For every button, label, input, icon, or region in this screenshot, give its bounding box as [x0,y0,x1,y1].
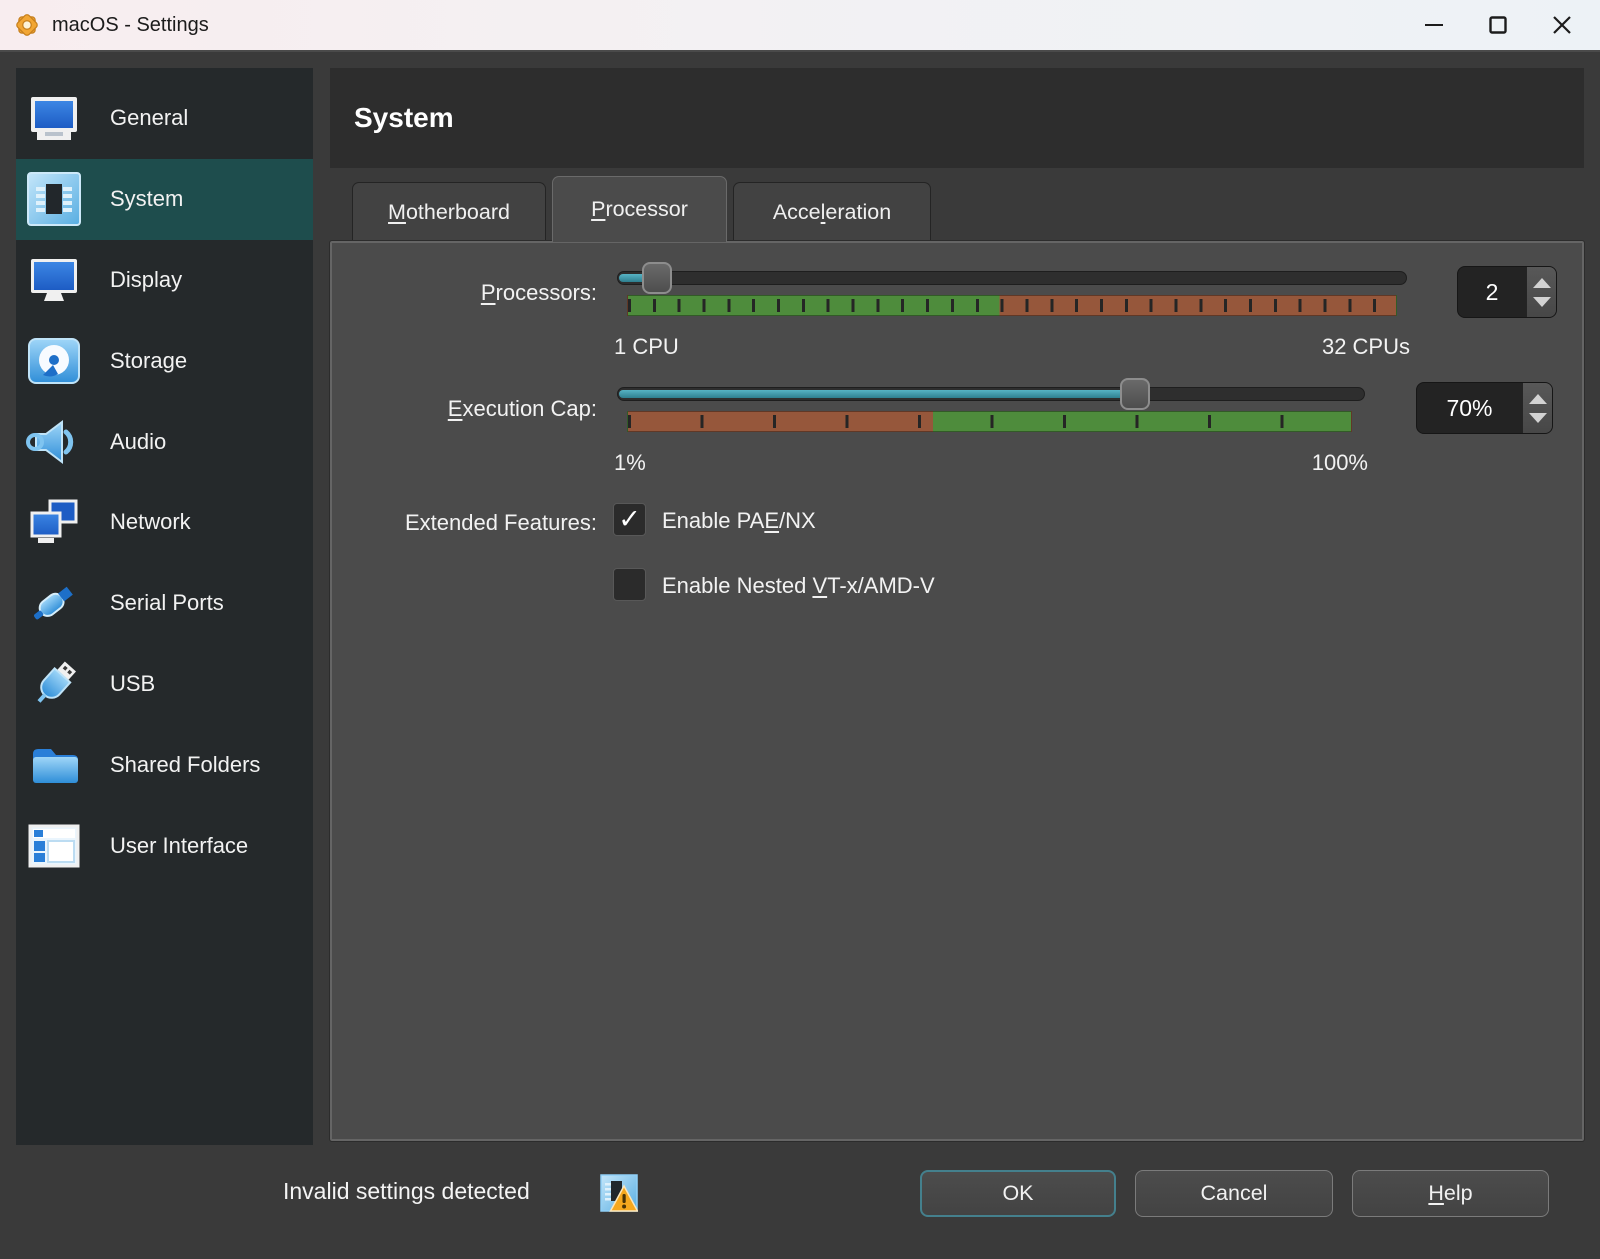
network-icon [26,494,82,550]
invalid-settings-warning-icon[interactable] [600,1174,638,1212]
header-strip: System [330,68,1584,168]
help-button[interactable]: Help [1352,1170,1549,1217]
processors-spinbox: 2 [1457,266,1557,318]
execution-cap-slider[interactable] [617,377,1365,411]
enable-nested-vt-checkbox[interactable] [613,568,646,601]
execution-cap-min-label: 1% [614,450,646,476]
execution-cap-scale [627,411,1352,432]
sidebar-item-label: Serial Ports [110,590,224,616]
processors-spin-buttons [1526,267,1556,317]
spin-down-button[interactable] [1529,413,1547,423]
processors-slider-track[interactable] [617,271,1407,285]
sidebar-item-storage[interactable]: Storage [16,320,313,401]
sidebar-item-label: Storage [110,348,187,374]
general-icon [26,90,82,146]
display-icon [26,252,82,308]
execution-cap-spin-buttons [1522,383,1552,433]
extended-features-label: Extended Features: [330,510,597,536]
processors-value[interactable]: 2 [1458,267,1526,317]
sidebar-item-general[interactable]: General [16,78,313,159]
sidebar: General System Display [16,68,313,1145]
processors-slider-handle[interactable] [642,262,672,294]
tab-acceleration[interactable]: Acceleration [733,182,931,241]
settings-window: macOS - Settings G [0,0,1600,1259]
enable-pae-nx-label[interactable]: Enable PAE/NX [662,508,816,534]
processors-slider[interactable] [617,261,1407,295]
execution-cap-max-label: 100% [1160,450,1368,476]
sidebar-item-system[interactable]: System [16,159,313,240]
sidebar-item-display[interactable]: Display [16,240,313,321]
sidebar-item-shared-folders[interactable]: Shared Folders [16,724,313,805]
minimize-icon [1424,15,1444,35]
shared-folders-icon [26,737,82,793]
sidebar-item-label: General [110,105,188,131]
sidebar-item-label: User Interface [110,833,248,859]
minimize-button[interactable] [1402,0,1466,50]
user-interface-icon [26,818,82,874]
gear-icon [12,10,42,40]
sidebar-item-label: Display [110,267,182,293]
sidebar-item-serial-ports[interactable]: Serial Ports [16,563,313,644]
serial-ports-icon [26,575,82,631]
sidebar-item-label: System [110,186,183,212]
processors-max-label: 32 CPUs [1200,334,1410,360]
spin-down-button[interactable] [1533,297,1551,307]
processors-scale [627,295,1397,316]
tab-motherboard[interactable]: Motherboard [352,182,546,241]
maximize-icon [1488,15,1508,35]
tab-processor[interactable]: Processor [552,176,727,242]
spin-up-button[interactable] [1533,278,1551,288]
processors-label: Processors: [330,280,597,306]
ok-button[interactable]: OK [920,1170,1116,1217]
cancel-button[interactable]: Cancel [1135,1170,1333,1217]
spin-up-button[interactable] [1529,394,1547,404]
checkmark-icon: ✓ [618,506,641,533]
sidebar-item-label: Network [110,509,191,535]
close-button[interactable] [1530,0,1594,50]
titlebar: macOS - Settings [0,0,1600,52]
enable-nested-vt-label[interactable]: Enable Nested VT-x/AMD-V [662,573,935,599]
sidebar-item-label: Audio [110,429,166,455]
enable-pae-nx-checkbox[interactable]: ✓ [613,503,646,536]
page-title: System [354,102,454,134]
sidebar-item-label: USB [110,671,155,697]
processor-tab-panel [330,241,1584,1141]
sidebar-item-usb[interactable]: USB [16,644,313,725]
window-title: macOS - Settings [52,14,209,37]
status-text: Invalid settings detected [283,1178,530,1205]
sidebar-item-user-interface[interactable]: User Interface [16,805,313,886]
execution-cap-value[interactable]: 70% [1417,383,1522,433]
window-controls [1402,0,1594,50]
close-icon [1552,15,1572,35]
execution-cap-label: Execution Cap: [330,396,597,422]
storage-icon [26,333,82,389]
processors-min-label: 1 CPU [614,334,679,360]
audio-icon [26,414,82,470]
execution-cap-slider-fill [619,390,1137,398]
execution-cap-spinbox: 70% [1416,382,1553,434]
system-icon [26,171,82,227]
execution-cap-slider-handle[interactable] [1120,378,1150,410]
maximize-button[interactable] [1466,0,1530,50]
usb-icon [26,656,82,712]
sidebar-item-network[interactable]: Network [16,482,313,563]
sidebar-item-audio[interactable]: Audio [16,401,313,482]
sidebar-item-label: Shared Folders [110,752,260,778]
